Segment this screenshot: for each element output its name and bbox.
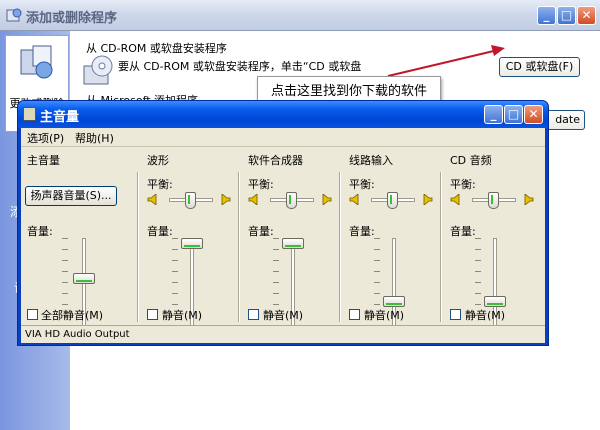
volume-window-title: 主音量: [40, 110, 80, 125]
channel-name-software-synth: 软件合成器: [248, 154, 303, 167]
channel-separator: [137, 172, 139, 322]
volume-slider-wave[interactable]: [181, 238, 203, 249]
cd-install-description: 要从 CD-ROM 或软盘安装程序，单击“CD 或软盘: [118, 60, 362, 73]
channel-name-line-in: 线路输入: [349, 154, 393, 167]
volume-title-bar: 主音量 _ □ ✕: [18, 101, 548, 128]
close-button[interactable]: ✕: [577, 6, 596, 25]
maximize-button[interactable]: □: [557, 6, 576, 25]
balance-label-cd-audio: 平衡:: [450, 178, 476, 191]
left-speaker-icon: [450, 194, 460, 205]
title-bar: 添加或删除程序 _ □ ✕: [0, 0, 600, 31]
volume-label-cd-audio: 音量:: [450, 225, 476, 238]
mute-checkbox-wave[interactable]: [147, 309, 158, 320]
mute-checkbox-software-synth[interactable]: [248, 309, 259, 320]
balance-label-software-synth: 平衡:: [248, 178, 274, 191]
change-remove-programs-icon: [20, 45, 53, 79]
channel-name-wave: 波形: [147, 154, 169, 167]
mute-all-checkbox[interactable]: [27, 309, 38, 320]
master-volume-label: 音量:: [27, 225, 53, 238]
mute-label-software-synth: 静音(M): [263, 309, 304, 322]
volume-close-button[interactable]: ✕: [524, 105, 543, 124]
right-speaker-icon: [322, 194, 332, 205]
volume-label-wave: 音量:: [147, 225, 173, 238]
left-speaker-icon: [147, 194, 157, 205]
channel-separator: [238, 172, 240, 322]
balance-slider-wave[interactable]: [185, 192, 196, 209]
balance-label-wave: 平衡:: [147, 178, 173, 191]
volume-label-software-synth: 音量:: [248, 225, 274, 238]
right-speaker-icon: [423, 194, 433, 205]
volume-maximize-button[interactable]: □: [504, 105, 523, 124]
channel-separator: [339, 172, 341, 322]
balance-slider-software-synth[interactable]: [286, 192, 297, 209]
balance-slider-line-in[interactable]: [387, 192, 398, 209]
right-speaker-icon: [524, 194, 534, 205]
volume-slider-cd-audio[interactable]: [484, 296, 506, 307]
volume-minimize-button[interactable]: _: [484, 105, 503, 124]
window-title: 添加或删除程序: [26, 11, 118, 26]
windows-update-button[interactable]: date: [545, 110, 585, 130]
right-speaker-icon: [221, 194, 231, 205]
channel-name-cd-audio: CD 音频: [450, 154, 492, 167]
volume-slider-software-synth[interactable]: [282, 238, 304, 249]
minimize-button[interactable]: _: [537, 6, 556, 25]
volume-slider-line-in[interactable]: [383, 296, 405, 307]
volume-app-icon: [23, 107, 36, 121]
master-volume-slider[interactable]: [73, 273, 95, 284]
mute-label-cd-audio: 静音(M): [465, 309, 506, 322]
balance-slider-cd-audio[interactable]: [488, 192, 499, 209]
cd-or-floppy-button[interactable]: CD 或软盘(F): [499, 57, 580, 77]
mute-checkbox-cd-audio[interactable]: [450, 309, 461, 320]
mute-checkbox-line-in[interactable]: [349, 309, 360, 320]
cd-install-icon: [83, 55, 113, 85]
left-speaker-icon: [349, 194, 359, 205]
volume-label-line-in: 音量:: [349, 225, 375, 238]
master-volume-heading: 主音量: [27, 154, 60, 167]
speaker-volume-button[interactable]: 扬声器音量(S)...: [25, 186, 117, 206]
menu-help[interactable]: 帮助(H): [75, 130, 114, 146]
master-volume-window: 主音量 _ □ ✕ 选项(P) 帮助(H) 主音量 扬声器音量(S)... 音量…: [17, 100, 549, 346]
status-bar: VIA HD Audio Output: [21, 325, 545, 344]
output-device-label: VIA HD Audio Output: [25, 329, 130, 340]
add-remove-programs-icon: [6, 8, 22, 22]
menu-options[interactable]: 选项(P): [27, 130, 64, 146]
mute-label-wave: 静音(M): [162, 309, 203, 322]
left-speaker-icon: [248, 194, 258, 205]
channel-separator: [440, 172, 442, 322]
menu-bar: 选项(P) 帮助(H): [21, 128, 545, 147]
volume-body: 选项(P) 帮助(H) 主音量 扬声器音量(S)... 音量: 全部静音(M) …: [21, 128, 545, 343]
balance-label-line-in: 平衡:: [349, 178, 375, 191]
mute-all-label: 全部静音(M): [41, 309, 104, 322]
mute-label-line-in: 静音(M): [364, 309, 405, 322]
